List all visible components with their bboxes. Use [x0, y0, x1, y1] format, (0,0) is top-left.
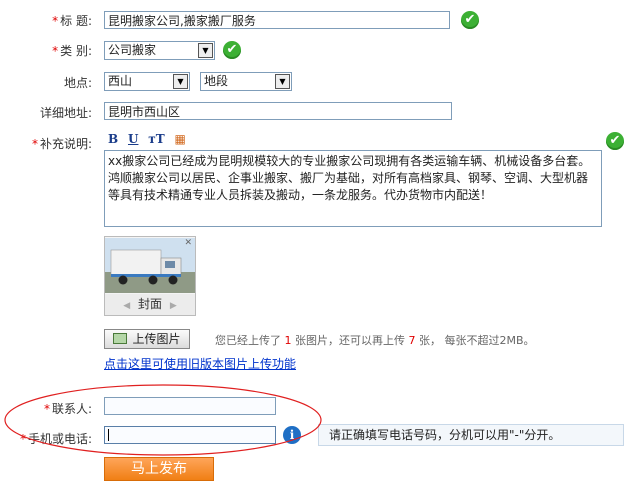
upload-info: 您已经上传了 1 张图片，还可以再上传 7 张， 每张不超过2MB。: [215, 334, 535, 347]
chevron-left-icon[interactable]: ◀: [123, 301, 130, 311]
rich-text-toolbar: B U тT ▦: [108, 132, 192, 146]
category-valid-icon: ✔: [223, 41, 241, 59]
category-label: * 类 别:: [52, 44, 92, 58]
upload-image-button[interactable]: 上传图片: [104, 329, 190, 349]
segment-select[interactable]: 地段 ▼: [200, 72, 292, 91]
district-select[interactable]: 西山 ▼: [104, 72, 190, 91]
title-input[interactable]: 昆明搬家公司,搬家搬厂服务: [104, 11, 450, 29]
title-label: * 标 题:: [52, 14, 92, 28]
cover-caption: 封面: [137, 297, 162, 311]
submit-button[interactable]: 马上发布: [104, 457, 214, 481]
chevron-down-icon: ▼: [198, 43, 213, 58]
image-thumbnail-card: ✕ ◀ 封面 ▶: [104, 236, 196, 316]
remaining-count: 7: [408, 334, 416, 347]
description-label: * 补充说明:: [31, 137, 92, 151]
title-valid-icon: ✔: [461, 11, 479, 29]
address-input[interactable]: 昆明市西山区: [104, 102, 452, 120]
chevron-right-icon[interactable]: ▶: [170, 301, 177, 311]
uploaded-count: 1: [284, 334, 292, 347]
chevron-down-icon: ▼: [173, 74, 188, 89]
category-select[interactable]: 公司搬家 ▼: [104, 41, 215, 60]
truck-photo: [105, 238, 195, 293]
phone-hint-tooltip: 请正确填写电话号码，分机可以用"-"分开。: [318, 424, 624, 446]
location-label: 地点:: [63, 76, 92, 90]
description-valid-icon: ✔: [606, 132, 624, 150]
picture-icon: [113, 333, 128, 344]
description-textarea[interactable]: xx搬家公司已经成为昆明规模较大的专业搬家公司现拥有各类运输车辆、机械设备多台套…: [104, 150, 602, 227]
font-size-button[interactable]: тT: [148, 132, 164, 146]
bold-button[interactable]: B: [108, 132, 118, 146]
chevron-down-icon: ▼: [275, 74, 290, 89]
address-label: 详细地址:: [39, 106, 92, 120]
close-icon[interactable]: ✕: [184, 238, 192, 248]
color-picker-button[interactable]: ▦: [174, 132, 185, 146]
underline-button[interactable]: U: [128, 132, 138, 146]
legacy-upload-link[interactable]: 点击这里可使用旧版本图片上传功能: [104, 355, 296, 372]
annotation-ellipse: [4, 384, 322, 456]
image-caption-bar: ◀ 封面 ▶: [105, 294, 195, 315]
